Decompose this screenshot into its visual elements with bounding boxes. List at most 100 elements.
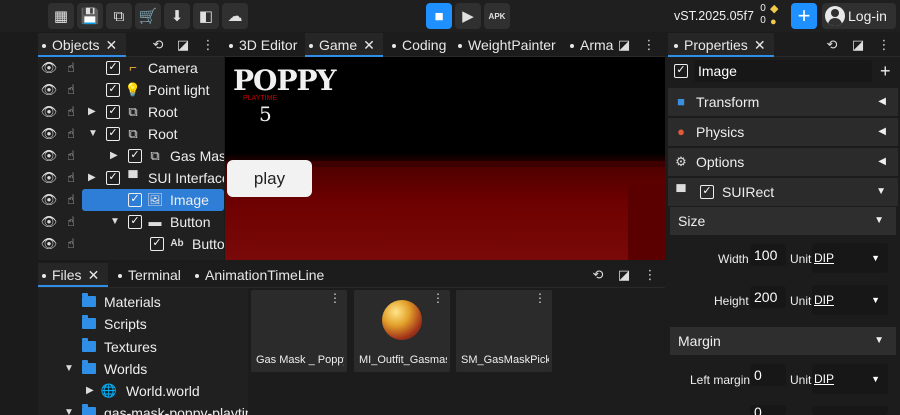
game-play-button[interactable]: play	[227, 160, 312, 197]
enabled-checkbox[interactable]: ✓	[128, 149, 142, 163]
enabled-checkbox[interactable]: ✓	[106, 61, 120, 75]
more-vert-icon[interactable]: ⋮	[642, 267, 658, 283]
enabled-checkbox[interactable]: ✓	[106, 171, 120, 185]
close-icon[interactable]: ✕	[754, 37, 766, 53]
build-apk-button[interactable]: APK	[484, 3, 510, 29]
maximize-icon[interactable]: ◪	[850, 37, 866, 53]
tab-weightpainter[interactable]: WeightPainter	[458, 33, 556, 57]
download-icon[interactable]: ⬇	[164, 3, 190, 29]
history-icon[interactable]: ⟲	[824, 37, 840, 53]
export-icon[interactable]: ◧	[193, 3, 219, 29]
enabled-checkbox[interactable]: ✓	[106, 105, 120, 119]
enabled-checkbox[interactable]: ✓	[106, 83, 120, 97]
object-enabled-checkbox[interactable]: ✓	[674, 64, 688, 78]
enabled-checkbox[interactable]: ✓	[128, 215, 142, 229]
tab-files[interactable]: Files ✕	[38, 263, 108, 287]
folder-row[interactable]: ▼ Worlds	[38, 358, 248, 380]
hand-icon[interactable]: ☝	[62, 191, 80, 209]
tree-row[interactable]: 👁 ☝ ▼ ✓ ▬ Button	[38, 211, 224, 233]
file-card[interactable]: ⋮ Gas Mask _ Poppy Playtime	[251, 290, 347, 372]
cloud-upload-icon[interactable]: ☁	[222, 3, 248, 29]
enabled-checkbox[interactable]: ✓	[150, 237, 164, 251]
eye-icon[interactable]: 👁	[40, 103, 58, 121]
tree-row[interactable]: 👁 ☝ ▶ ✓ ⧉ Root	[38, 101, 224, 123]
folder-row[interactable]: ▼ gas-mask-poppy-playtime	[38, 402, 248, 415]
maximize-icon[interactable]: ◪	[616, 37, 632, 53]
height-input[interactable]: 200	[750, 286, 786, 308]
login-button[interactable]: Log-in	[822, 3, 896, 29]
more-vert-icon[interactable]: ⋮	[534, 292, 546, 304]
stop-button[interactable]: ■	[426, 3, 452, 29]
left-margin-unit-select[interactable]: DIP ▼	[812, 364, 888, 394]
more-vert-icon[interactable]: ⋮	[641, 37, 657, 53]
top-margin-unit-select[interactable]	[812, 406, 888, 415]
folder-row[interactable]: Scripts	[38, 313, 248, 335]
hand-icon[interactable]: ☝	[62, 59, 80, 77]
eye-icon[interactable]: 👁	[40, 147, 58, 165]
file-row[interactable]: ▶ 🌐 World.world	[38, 380, 248, 402]
game-viewport[interactable]: POPPY PLAYTIME 5 play	[225, 57, 665, 260]
height-unit-select[interactable]: DIP ▼	[812, 285, 888, 315]
store-cart-icon[interactable]: 🛒	[135, 3, 161, 29]
hand-icon[interactable]: ☝	[62, 125, 80, 143]
hand-icon[interactable]: ☝	[62, 103, 80, 121]
hand-icon[interactable]: ☝	[62, 81, 80, 99]
expand-arrow-icon[interactable]: ▶	[110, 145, 118, 167]
folder-row[interactable]: Textures	[38, 336, 248, 358]
more-vert-icon[interactable]: ⋮	[432, 292, 444, 304]
collapse-arrow-icon[interactable]: ▼	[88, 123, 98, 145]
eye-icon[interactable]: 👁	[40, 169, 58, 187]
tab-animationtimeline[interactable]: AnimationTimeLine	[195, 263, 324, 287]
close-icon[interactable]: ✕	[105, 37, 117, 53]
section-physics[interactable]: ● Physics ◀	[668, 118, 898, 146]
tree-row[interactable]: 👁 ☝ ✓ Ab Button	[38, 233, 224, 255]
hand-icon[interactable]: ☝	[62, 235, 80, 253]
section-transform[interactable]: ■ Transform ◀	[668, 88, 898, 116]
tab-objects[interactable]: Objects ✕	[38, 33, 126, 57]
tab-properties[interactable]: Properties ✕	[668, 33, 774, 57]
width-unit-select[interactable]: DIP ▼	[812, 243, 888, 273]
tree-row-selected[interactable]: ✓ 🖼 Image	[82, 189, 224, 211]
tab-arma[interactable]: Arma	[570, 33, 613, 57]
eye-icon[interactable]: 👁	[40, 125, 58, 143]
hand-icon[interactable]: ☝	[62, 169, 80, 187]
expand-arrow-icon[interactable]: ▶	[88, 101, 96, 123]
expand-arrow-icon[interactable]: ▶	[88, 167, 96, 189]
maximize-icon[interactable]: ◪	[175, 37, 191, 53]
expand-arrow-icon[interactable]: ▶	[86, 380, 94, 402]
margin-subsection[interactable]: Margin ▼	[670, 327, 896, 355]
file-card[interactable]: ⋮ MI_Outfit_Gasmask	[354, 290, 450, 372]
hand-icon[interactable]: ☝	[62, 147, 80, 165]
tree-row[interactable]: 👁 ☝ ▶ ✓ ⧉ Gas Mask	[38, 145, 224, 167]
tab-coding[interactable]: Coding	[392, 33, 446, 57]
file-card[interactable]: ⋮ SM_GasMaskPickup	[456, 290, 552, 372]
add-component-icon[interactable]: +	[880, 57, 891, 85]
object-name-input[interactable]: Image	[694, 60, 872, 82]
add-button[interactable]: +	[791, 3, 817, 29]
save-icon[interactable]: 💾	[77, 3, 103, 29]
eye-icon[interactable]: 👁	[40, 213, 58, 231]
section-suirect[interactable]: ▀ ✓ SUIRect ▼	[668, 178, 898, 206]
tree-row[interactable]: 👁 ☝ ▶ ✓ ▀ SUI Interface	[38, 167, 224, 189]
eye-icon[interactable]: 👁	[40, 81, 58, 99]
width-input[interactable]: 100	[750, 244, 786, 266]
enabled-checkbox[interactable]: ✓	[128, 193, 142, 207]
tree-row[interactable]: 👁 ☝ ▼ ✓ ⧉ Root	[38, 123, 224, 145]
eye-icon[interactable]: 👁	[40, 191, 58, 209]
size-subsection[interactable]: Size ▼	[670, 207, 896, 235]
add-object-icon[interactable]: ⧉	[106, 3, 132, 29]
enabled-checkbox[interactable]: ✓	[106, 127, 120, 141]
tree-row[interactable]: 👁 ☝ ✓ ⌐ Camera	[38, 57, 224, 79]
section-options[interactable]: ⚙ Options ◀	[668, 148, 898, 176]
hand-icon[interactable]: ☝	[62, 213, 80, 231]
expand-arrow-icon[interactable]: ▼	[64, 402, 74, 415]
more-vert-icon[interactable]: ⋮	[200, 37, 216, 53]
history-icon[interactable]: ⟲	[590, 267, 606, 283]
close-icon[interactable]: ✕	[363, 37, 375, 53]
tab-terminal[interactable]: Terminal	[118, 263, 181, 287]
more-vert-icon[interactable]: ⋮	[329, 292, 341, 304]
folder-row[interactable]: Materials	[38, 291, 248, 313]
left-margin-input[interactable]: 0	[750, 364, 786, 386]
component-enabled-checkbox[interactable]: ✓	[700, 185, 714, 199]
grid-menu-icon[interactable]: ▦	[48, 3, 74, 29]
